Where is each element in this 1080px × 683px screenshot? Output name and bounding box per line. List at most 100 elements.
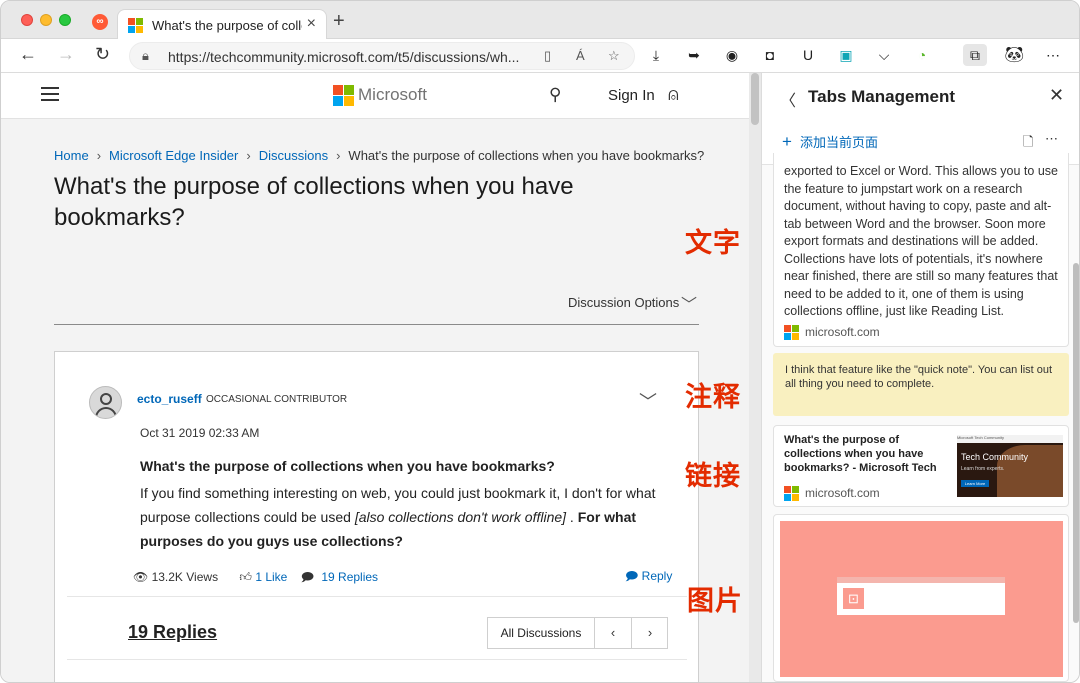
page-scrollbar[interactable] bbox=[749, 73, 761, 682]
extension-circle-icon[interactable]: ◉ bbox=[723, 47, 741, 64]
previous-button[interactable]: ‹ bbox=[595, 618, 632, 648]
more-options-icon[interactable]: ⋯ bbox=[1045, 131, 1059, 147]
replies-link[interactable]: 19 Replies bbox=[321, 570, 378, 584]
lock-icon[interactable]: 🔒︎ bbox=[142, 48, 149, 64]
pagination: All Discussions ‹ › bbox=[487, 617, 668, 649]
back-chevron-icon[interactable]: 〈 bbox=[780, 87, 796, 111]
card-source: microsoft.com bbox=[784, 486, 880, 502]
pocket-icon[interactable]: ⌵ bbox=[875, 47, 893, 64]
tab-group-icon[interactable]: ∞ bbox=[92, 14, 108, 30]
close-window-button[interactable] bbox=[21, 14, 33, 26]
url-text[interactable]: https://techcommunity.microsoft.com/t5/d… bbox=[168, 49, 519, 65]
post-body: If you find something interesting on web… bbox=[140, 481, 680, 553]
add-current-page-button[interactable]: + 添加当前页面 bbox=[782, 132, 878, 152]
post-options-chevron-icon[interactable]: ﹀ bbox=[639, 388, 657, 414]
extension-u-icon[interactable]: U bbox=[799, 47, 817, 63]
collections-sidebar: 〈 Tabs Management ✕ + 添加当前页面 🗋︎ ⋯ exporte… bbox=[761, 73, 1079, 682]
sign-in-link[interactable]: Sign In bbox=[608, 87, 655, 104]
site-header: Microsoft ⚲ Sign In ⍝ bbox=[1, 73, 749, 119]
plus-icon: + bbox=[782, 132, 792, 151]
maximize-window-button[interactable] bbox=[59, 14, 71, 26]
breadcrumb: Home › Microsoft Edge Insider › Discussions ›… bbox=[54, 148, 704, 163]
collection-image-card[interactable]: ⊡ bbox=[773, 514, 1069, 682]
replies-heading[interactable]: 19 Replies bbox=[128, 622, 217, 643]
breadcrumb-home[interactable]: Home bbox=[54, 148, 89, 163]
search-icon[interactable]: ⚲ bbox=[549, 85, 561, 105]
browser-toolbar: ← → ↻ 🔒︎ https://techcommunity.microsoft… bbox=[1, 39, 1079, 73]
card-source-text: microsoft.com bbox=[805, 325, 880, 339]
link-thumbnail: Microsoft Tech Community Tech Community … bbox=[957, 435, 1063, 497]
next-button[interactable]: › bbox=[632, 618, 668, 648]
post-title: What's the purpose of collections when y… bbox=[140, 458, 555, 474]
extension-arrow-icon[interactable]: ➥ bbox=[685, 47, 703, 64]
tab-active[interactable]: What's the purpose of collec × bbox=[117, 9, 327, 40]
sidebar-title: Tabs Management bbox=[808, 87, 956, 106]
post-stats: 👁︎ 13.2K Views 👍︎ 1 Like 🗩︎ 19 Replies bbox=[133, 568, 378, 589]
collection-image: ⊡ bbox=[780, 521, 1063, 677]
address-bar[interactable]: 🔒︎ https://techcommunity.microsoft.com/t… bbox=[129, 42, 635, 70]
profile-avatar-icon[interactable]: 🐼︎ bbox=[1004, 45, 1024, 65]
overlay-label-text: 文字 bbox=[685, 228, 741, 259]
refresh-icon[interactable]: ↻ bbox=[95, 44, 110, 65]
divider bbox=[67, 596, 687, 597]
divider bbox=[54, 324, 699, 325]
breadcrumb-discussions[interactable]: Discussions bbox=[259, 148, 328, 163]
breadcrumb-separator-icon: › bbox=[96, 148, 102, 163]
likes-link[interactable]: 1 Like bbox=[255, 570, 287, 584]
sidebar-scrollbar[interactable] bbox=[1073, 263, 1079, 623]
minimize-window-button[interactable] bbox=[40, 14, 52, 26]
views-icon: 👁︎ bbox=[133, 570, 149, 584]
favorite-star-icon[interactable]: ☆ bbox=[608, 48, 620, 64]
breadcrumb-separator-icon: › bbox=[246, 148, 251, 163]
more-menu-icon[interactable]: ⋯ bbox=[1044, 47, 1062, 64]
back-arrow-icon[interactable]: ← bbox=[19, 44, 37, 65]
all-discussions-button[interactable]: All Discussions bbox=[488, 618, 595, 648]
divider bbox=[67, 659, 687, 660]
extension-apple-icon[interactable]: ◔ bbox=[913, 47, 931, 63]
hamburger-menu-icon[interactable] bbox=[41, 87, 59, 101]
comment-icon: 🗩︎ bbox=[300, 570, 315, 584]
breadcrumb-separator-icon: › bbox=[336, 148, 341, 163]
microsoft-brand-text[interactable]: Microsoft bbox=[358, 85, 427, 105]
add-note-icon[interactable]: 🗋︎ bbox=[1023, 133, 1033, 155]
download-icon[interactable]: ⤓ bbox=[647, 47, 665, 64]
collection-note-card[interactable]: I think that feature like the "quick not… bbox=[773, 353, 1069, 416]
card-source: microsoft.com bbox=[784, 325, 880, 341]
post-date: Oct 31 2019 02:33 AM bbox=[140, 426, 260, 440]
overlay-label-link: 链接 bbox=[685, 461, 741, 492]
avatar[interactable] bbox=[89, 386, 122, 419]
sidebar-header: 〈 Tabs Management ✕ + 添加当前页面 🗋︎ ⋯ bbox=[762, 73, 1079, 165]
discussion-options-button[interactable]: Discussion Options bbox=[568, 295, 679, 310]
breadcrumb-insider[interactable]: Microsoft Edge Insider bbox=[109, 148, 238, 163]
views-count: 13.2K Views bbox=[151, 570, 219, 584]
card-source-text: microsoft.com bbox=[805, 486, 880, 500]
extension-mask-icon[interactable]: ◘ bbox=[761, 47, 779, 63]
new-tab-button[interactable]: + bbox=[333, 10, 345, 33]
reply-button[interactable]: 🗩︎ Reply bbox=[625, 567, 672, 588]
collections-glyph-icon: ⊡ bbox=[843, 588, 864, 609]
breadcrumb-current: What's the purpose of collections when y… bbox=[348, 148, 705, 163]
author-link[interactable]: ecto_ruseff bbox=[137, 392, 202, 406]
discussion-post: ecto_ruseff OCCASIONAL CONTRIBUTOR ﹀ Oct… bbox=[54, 351, 699, 682]
collection-text-card[interactable]: exported to Excel or Word. This allows y… bbox=[773, 153, 1069, 347]
reader-view-icon[interactable]: ▯ bbox=[544, 48, 551, 64]
scrollbar-thumb[interactable] bbox=[751, 73, 759, 125]
close-icon[interactable]: ✕ bbox=[1049, 85, 1064, 106]
tab-title: What's the purpose of collec bbox=[152, 18, 302, 33]
add-current-page-label: 添加当前页面 bbox=[799, 135, 878, 150]
chevron-down-icon[interactable]: ﹀ bbox=[681, 291, 697, 315]
microsoft-logo-icon[interactable] bbox=[333, 85, 354, 106]
read-aloud-icon[interactable]: Á bbox=[576, 48, 585, 63]
page-title: What's the purpose of collections when y… bbox=[54, 173, 574, 231]
overlay-label-image: 图片 bbox=[687, 586, 743, 617]
title-bar: ∞ What's the purpose of collec × + bbox=[1, 1, 1079, 40]
image-window: ⊡ bbox=[837, 583, 1005, 615]
forward-arrow-icon[interactable]: → bbox=[57, 44, 75, 65]
collection-link-card[interactable]: What's the purpose of collections when y… bbox=[773, 425, 1069, 507]
extension-save-icon[interactable]: ▣ bbox=[837, 47, 855, 64]
collections-icon[interactable]: ⧉ bbox=[963, 44, 987, 66]
collection-text: exported to Excel or Word. This allows y… bbox=[784, 164, 1058, 318]
user-icon[interactable]: ⍝ bbox=[668, 84, 679, 105]
tab-close-icon[interactable]: × bbox=[307, 15, 316, 33]
like-icon[interactable]: 👍︎ bbox=[239, 570, 252, 584]
